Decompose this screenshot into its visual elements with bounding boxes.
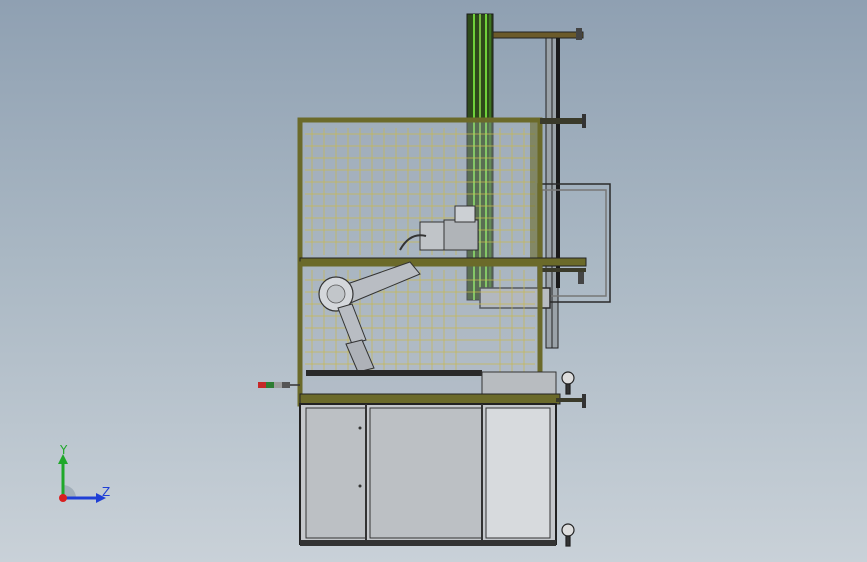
cad-viewport[interactable]: Y Z <box>0 0 867 562</box>
origin-point <box>59 494 67 502</box>
axis-triad: Y Z <box>58 443 110 503</box>
y-axis-label: Y <box>59 443 68 457</box>
z-axis-label: Z <box>102 485 110 499</box>
robot-cell-model[interactable] <box>0 0 867 562</box>
signal-tower <box>258 382 300 388</box>
base-cabinet <box>299 403 557 546</box>
